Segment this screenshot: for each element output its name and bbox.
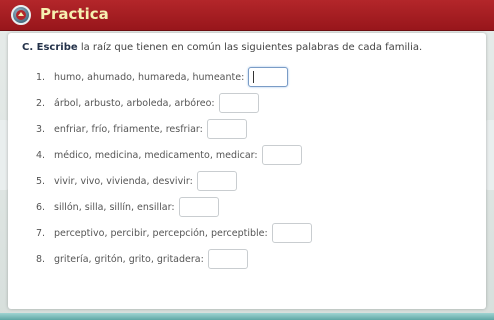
activity-window: Practica C. Escribe la raíz que tienen e…	[0, 0, 494, 320]
item-number: 1.	[36, 71, 46, 83]
activity-badge-icon	[11, 5, 31, 25]
instruction-text: C. Escribe la raíz que tienen en común l…	[22, 42, 422, 53]
answer-input-3[interactable]	[206, 119, 247, 139]
answer-input-4[interactable]	[261, 145, 302, 165]
page-title: Practica	[40, 5, 109, 23]
word-family: médico, medicina, medicamento, medicar:	[54, 149, 258, 161]
answer-input-8[interactable]	[207, 249, 248, 269]
word-family: árbol, arbusto, arboleda, arbóreo:	[54, 97, 215, 109]
exercise-row-2: 2. árbol, arbusto, arboleda, arbóreo:	[36, 92, 259, 114]
word-family: humo, ahumado, humareda, humeante:	[54, 71, 245, 83]
item-number: 7.	[36, 227, 46, 239]
exercise-row-4: 4. médico, medicina, medicamento, medica…	[36, 144, 302, 166]
item-number: 5.	[36, 175, 46, 187]
header-bar: Practica	[0, 0, 494, 31]
exercise-row-3: 3. enfriar, frío, friamente, resfriar:	[36, 118, 247, 140]
bottom-bar	[0, 313, 494, 320]
word-family: vivir, vivo, vivienda, desvivir:	[54, 175, 193, 187]
answer-input-5[interactable]	[196, 171, 237, 191]
item-number: 2.	[36, 97, 46, 109]
answer-input-1[interactable]	[248, 67, 289, 87]
instruction-prefix: C. Escribe	[22, 42, 78, 53]
item-number: 4.	[36, 149, 46, 161]
exercise-row-6: 6. sillón, silla, sillín, ensillar:	[36, 196, 219, 218]
answer-input-6[interactable]	[178, 197, 219, 217]
exercise-row-5: 5. vivir, vivo, vivienda, desvivir:	[36, 170, 237, 192]
text-cursor	[253, 71, 255, 83]
word-family: perceptivo, percibir, percepción, percep…	[54, 227, 268, 239]
exercise-row-8: 8. gritería, gritón, grito, gritadera:	[36, 248, 248, 270]
right-edge-tab	[485, 120, 494, 190]
exercise-row-1: 1. humo, ahumado, humareda, humeante:	[36, 66, 289, 88]
instruction-body: la raíz que tienen en común las siguient…	[77, 42, 423, 53]
exercise-row-7: 7. perceptivo, percibir, percepción, per…	[36, 222, 312, 244]
word-family: sillón, silla, sillín, ensillar:	[54, 201, 175, 213]
word-family: gritería, gritón, grito, gritadera:	[54, 253, 204, 265]
answer-input-2[interactable]	[218, 93, 259, 113]
item-number: 6.	[36, 201, 46, 213]
answer-input-7[interactable]	[271, 223, 312, 243]
word-family: enfriar, frío, friamente, resfriar:	[54, 123, 203, 135]
item-number: 3.	[36, 123, 46, 135]
item-number: 8.	[36, 253, 46, 265]
